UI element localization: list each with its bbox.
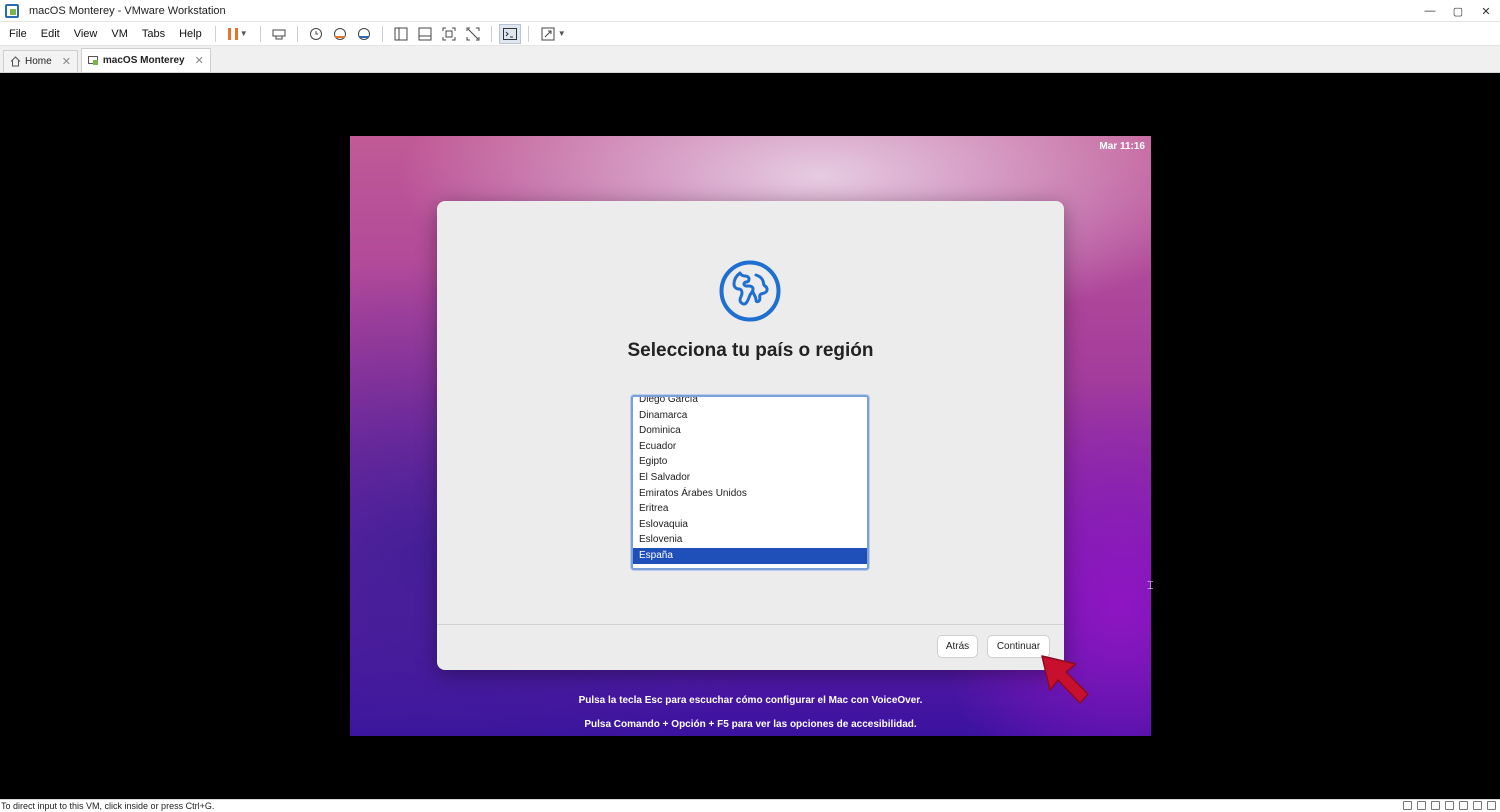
tab-home[interactable]: Home ✕ [3,50,78,72]
text-cursor-icon: ⌶ [1147,580,1154,592]
full-screen-icon [442,27,456,40]
revert-snapshot-icon [333,27,346,40]
snapshot-button[interactable] [305,24,327,44]
display-icon[interactable] [1473,801,1482,810]
show-library-button[interactable] [390,24,412,44]
full-screen-button[interactable] [438,24,460,44]
menu-bar-clock: Mar 11:16 [1099,141,1145,152]
console-view-button[interactable] [498,23,521,44]
chevron-down-icon: ▼ [239,29,248,38]
status-text: To direct input to this VM, click inside… [1,801,215,811]
snapshot-manager-icon [357,27,370,40]
setup-assistant-dialog: Selecciona tu país o región Diego García… [437,201,1064,670]
list-item[interactable]: Eslovaquia [633,517,867,533]
messages-icon[interactable] [1487,801,1496,810]
unity-icon [466,27,480,40]
back-button[interactable]: Atrás [937,635,978,658]
list-item[interactable]: Eslovenia [633,532,867,548]
dialog-title: Selecciona tu país o región [627,340,874,361]
cd-drive-icon[interactable] [1417,801,1426,810]
globe-icon [719,260,781,322]
menu-view[interactable]: View [67,28,105,40]
menu-file[interactable]: File [0,28,34,40]
minimize-button[interactable]: — [1416,0,1444,22]
unity-button[interactable] [462,24,484,44]
toolbar-separator [214,25,216,42]
close-icon[interactable]: ✕ [62,55,71,68]
list-item[interactable]: Dominica [633,423,867,439]
toolbar-separator [381,25,383,42]
send-keys-icon [272,29,286,39]
chevron-down-icon: ▼ [557,29,566,38]
home-icon [10,56,21,67]
dialog-divider [437,624,1064,625]
send-ctrl-alt-del-button[interactable] [268,24,290,44]
menu-help[interactable]: Help [172,28,209,40]
toolbar-separator [490,25,492,42]
list-item[interactable]: Egipto [633,454,867,470]
country-list[interactable]: Diego García Dinamarca Dominica Ecuador … [631,395,869,570]
hard-disk-icon[interactable] [1403,801,1412,810]
window-controls: — ▢ ✕ [1416,0,1500,22]
list-item[interactable]: Diego García [633,397,867,408]
list-item[interactable]: Dinamarca [633,408,867,424]
window-title: macOS Monterey - VMware Workstation [29,4,226,17]
status-bar: To direct input to this VM, click inside… [0,799,1500,812]
show-thumbnail-bar-button[interactable] [414,24,436,44]
title-bar: macOS Monterey - VMware Workstation — ▢ … [0,0,1500,22]
toolbar-separator [296,25,298,42]
snapshot-icon [309,27,322,40]
close-button[interactable]: ✕ [1472,0,1500,22]
terminal-icon [502,27,517,40]
usb-icon[interactable] [1445,801,1454,810]
maximize-button[interactable]: ▢ [1444,0,1472,22]
snapshot-manager-button[interactable] [353,24,375,44]
pause-button[interactable]: ▼ [223,24,253,44]
list-item[interactable]: El Salvador [633,470,867,486]
list-item[interactable]: Emiratos Árabes Unidos [633,486,867,502]
accessibility-hint: Pulsa Comando + Opción + F5 para ver las… [584,719,917,730]
sound-icon[interactable] [1459,801,1468,810]
menu-edit[interactable]: Edit [34,28,67,40]
voiceover-hint: Pulsa la tecla Esc para escuchar cómo co… [578,695,923,706]
tab-label: Home [25,56,52,67]
vmware-app-icon [5,3,19,18]
stretch-icon [541,27,555,40]
list-item[interactable]: Ecuador [633,439,867,455]
thumbnail-bar-icon [418,27,432,40]
toolbar-separator [527,25,529,42]
toolbar-separator [259,25,261,42]
vm-icon [87,55,99,66]
tab-bar: Home ✕ macOS Monterey ✕ [0,46,1500,73]
menu-vm[interactable]: VM [104,28,135,40]
network-icon[interactable] [1431,801,1440,810]
menu-toolbar: File Edit View VM Tabs Help ▼ ▼ [0,22,1500,46]
tab-label: macOS Monterey [102,55,185,66]
list-item-selected[interactable]: España [633,547,867,564]
pointer-arrow-icon [1041,655,1089,704]
stretch-guest-button[interactable]: ▼ [536,24,570,44]
close-icon[interactable]: ✕ [195,54,204,67]
library-icon [394,27,408,40]
list-item[interactable]: Eritrea [633,501,867,517]
device-status-icons [1403,801,1496,810]
vm-display[interactable]: Mar 11:16 Selecciona tu país o región Di… [350,136,1151,736]
revert-snapshot-button[interactable] [329,24,351,44]
pause-icon [227,27,238,40]
tab-macos-monterey[interactable]: macOS Monterey ✕ [80,48,211,72]
menu-tabs[interactable]: Tabs [135,28,172,40]
